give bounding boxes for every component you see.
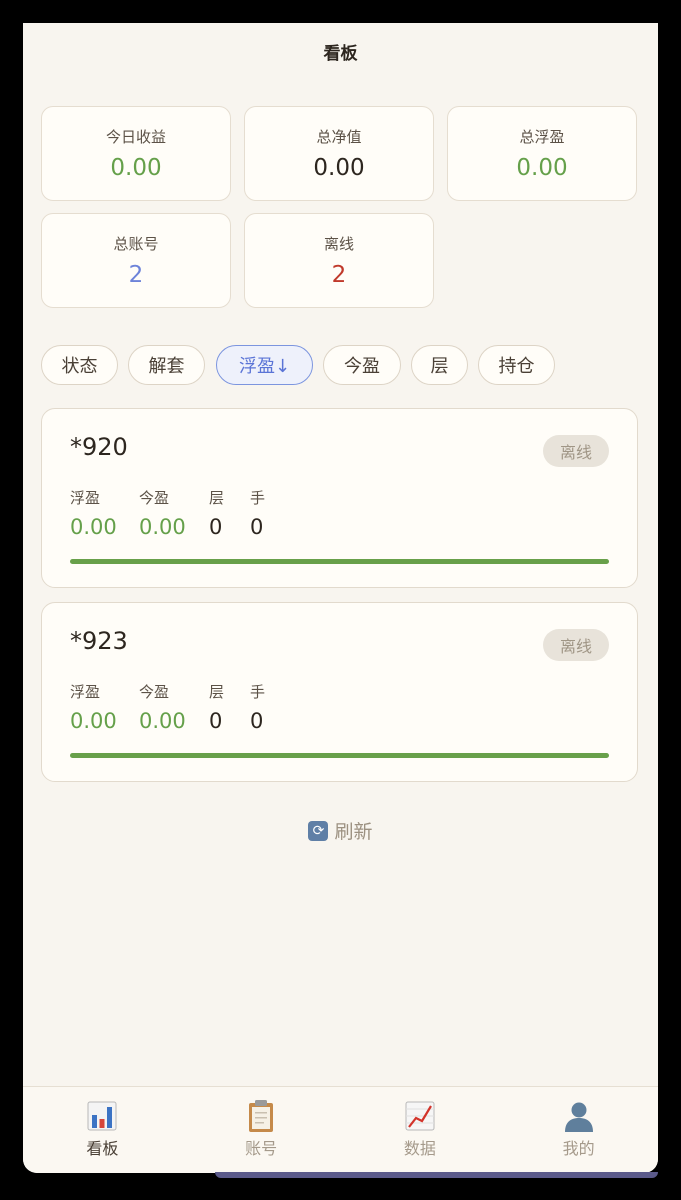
tab-label: 看板 bbox=[86, 1139, 119, 1158]
metric-value: 0 bbox=[250, 515, 264, 539]
sort-chip-unlock[interactable]: 解套 bbox=[128, 345, 205, 385]
stat-label: 今日收益 bbox=[105, 128, 166, 146]
tab-dashboard[interactable]: 看板 bbox=[23, 1087, 182, 1173]
metric-today: 今盈 0.00 bbox=[139, 681, 186, 733]
status-badge: 离线 bbox=[543, 629, 609, 661]
metric-floating: 浮盈 0.00 bbox=[70, 681, 117, 733]
stat-card-total-floating: 总浮盈 0.00 bbox=[447, 106, 637, 201]
tab-data[interactable]: 数据 bbox=[341, 1087, 500, 1173]
metric-value: 0.00 bbox=[70, 515, 117, 539]
app-screen: 看板 今日收益 0.00 总净值 0.00 总浮盈 0.00 总账号 2 离线 … bbox=[23, 23, 658, 1173]
metric-label: 手 bbox=[250, 489, 266, 507]
stat-label: 离线 bbox=[323, 235, 354, 253]
metric-label: 层 bbox=[209, 489, 225, 507]
tab-accounts[interactable]: 账号 bbox=[182, 1087, 341, 1173]
metric-lots: 手 0 bbox=[250, 681, 265, 733]
sort-chip-layer[interactable]: 层 bbox=[411, 345, 468, 385]
stat-label: 总账号 bbox=[113, 235, 159, 253]
nav-header: 看板 bbox=[23, 23, 658, 79]
account-card[interactable]: *923 离线 浮盈 0.00 今盈 0.00 层 0 手 0 bbox=[41, 602, 638, 782]
metric-label: 浮盈 bbox=[70, 489, 101, 507]
tab-label: 数据 bbox=[403, 1139, 436, 1158]
sort-chip-position[interactable]: 持仓 bbox=[478, 345, 555, 385]
metric-layer: 层 0 bbox=[209, 487, 224, 539]
account-card[interactable]: *920 离线 浮盈 0.00 今盈 0.00 层 0 手 0 bbox=[41, 408, 638, 588]
refresh-button[interactable]: ⟳ 刷新 bbox=[23, 817, 658, 844]
refresh-label: 刷新 bbox=[334, 821, 373, 843]
stat-card-total-equity: 总净值 0.00 bbox=[244, 106, 434, 201]
tab-label: 账号 bbox=[245, 1139, 278, 1158]
metric-lots: 手 0 bbox=[250, 487, 265, 539]
account-name: *920 bbox=[70, 433, 128, 461]
stat-value: 0.00 bbox=[313, 155, 365, 181]
stat-value: 0.00 bbox=[110, 155, 162, 181]
metric-value: 0.00 bbox=[139, 709, 186, 733]
stat-card-today-profit: 今日收益 0.00 bbox=[41, 106, 231, 201]
metric-label: 今盈 bbox=[139, 683, 170, 701]
metric-value: 0.00 bbox=[70, 709, 117, 733]
stat-value: 0.00 bbox=[516, 155, 568, 181]
bar-chart-icon bbox=[87, 1101, 117, 1131]
user-icon bbox=[564, 1102, 593, 1132]
sort-chip-floating-desc[interactable]: 浮盈↓ bbox=[216, 345, 313, 385]
clipboard-icon bbox=[249, 1100, 274, 1132]
progress-bar bbox=[70, 753, 609, 758]
metric-value: 0 bbox=[250, 709, 264, 733]
metric-value: 0 bbox=[209, 709, 223, 733]
stat-value: 2 bbox=[331, 262, 347, 288]
metric-label: 层 bbox=[209, 683, 225, 701]
metric-label: 浮盈 bbox=[70, 683, 101, 701]
stat-label: 总浮盈 bbox=[519, 128, 565, 146]
tab-profile[interactable]: 我的 bbox=[499, 1087, 658, 1173]
metric-label: 手 bbox=[250, 683, 266, 701]
account-name: *923 bbox=[70, 627, 128, 655]
metric-layer: 层 0 bbox=[209, 681, 224, 733]
metric-value: 0 bbox=[209, 515, 223, 539]
metric-today: 今盈 0.00 bbox=[139, 487, 186, 539]
stat-value: 2 bbox=[128, 262, 144, 288]
stat-card-total-accounts: 总账号 2 bbox=[41, 213, 231, 308]
page-title: 看板 bbox=[323, 43, 358, 64]
home-indicator-strip bbox=[215, 1172, 658, 1178]
stat-card-offline: 离线 2 bbox=[244, 213, 434, 308]
sort-chip-status[interactable]: 状态 bbox=[41, 345, 118, 385]
metric-value: 0.00 bbox=[139, 515, 186, 539]
refresh-icon: ⟳ bbox=[308, 820, 329, 841]
metric-label: 今盈 bbox=[139, 489, 170, 507]
status-badge: 离线 bbox=[543, 435, 609, 467]
bottom-tab-bar: 看板 账号 数据 我的 bbox=[23, 1086, 658, 1173]
stat-label: 总净值 bbox=[316, 128, 362, 146]
sort-chip-today-profit[interactable]: 今盈 bbox=[323, 345, 401, 385]
line-chart-icon bbox=[405, 1101, 435, 1131]
tab-label: 我的 bbox=[562, 1139, 595, 1158]
metric-floating: 浮盈 0.00 bbox=[70, 487, 117, 539]
progress-bar bbox=[70, 559, 609, 564]
